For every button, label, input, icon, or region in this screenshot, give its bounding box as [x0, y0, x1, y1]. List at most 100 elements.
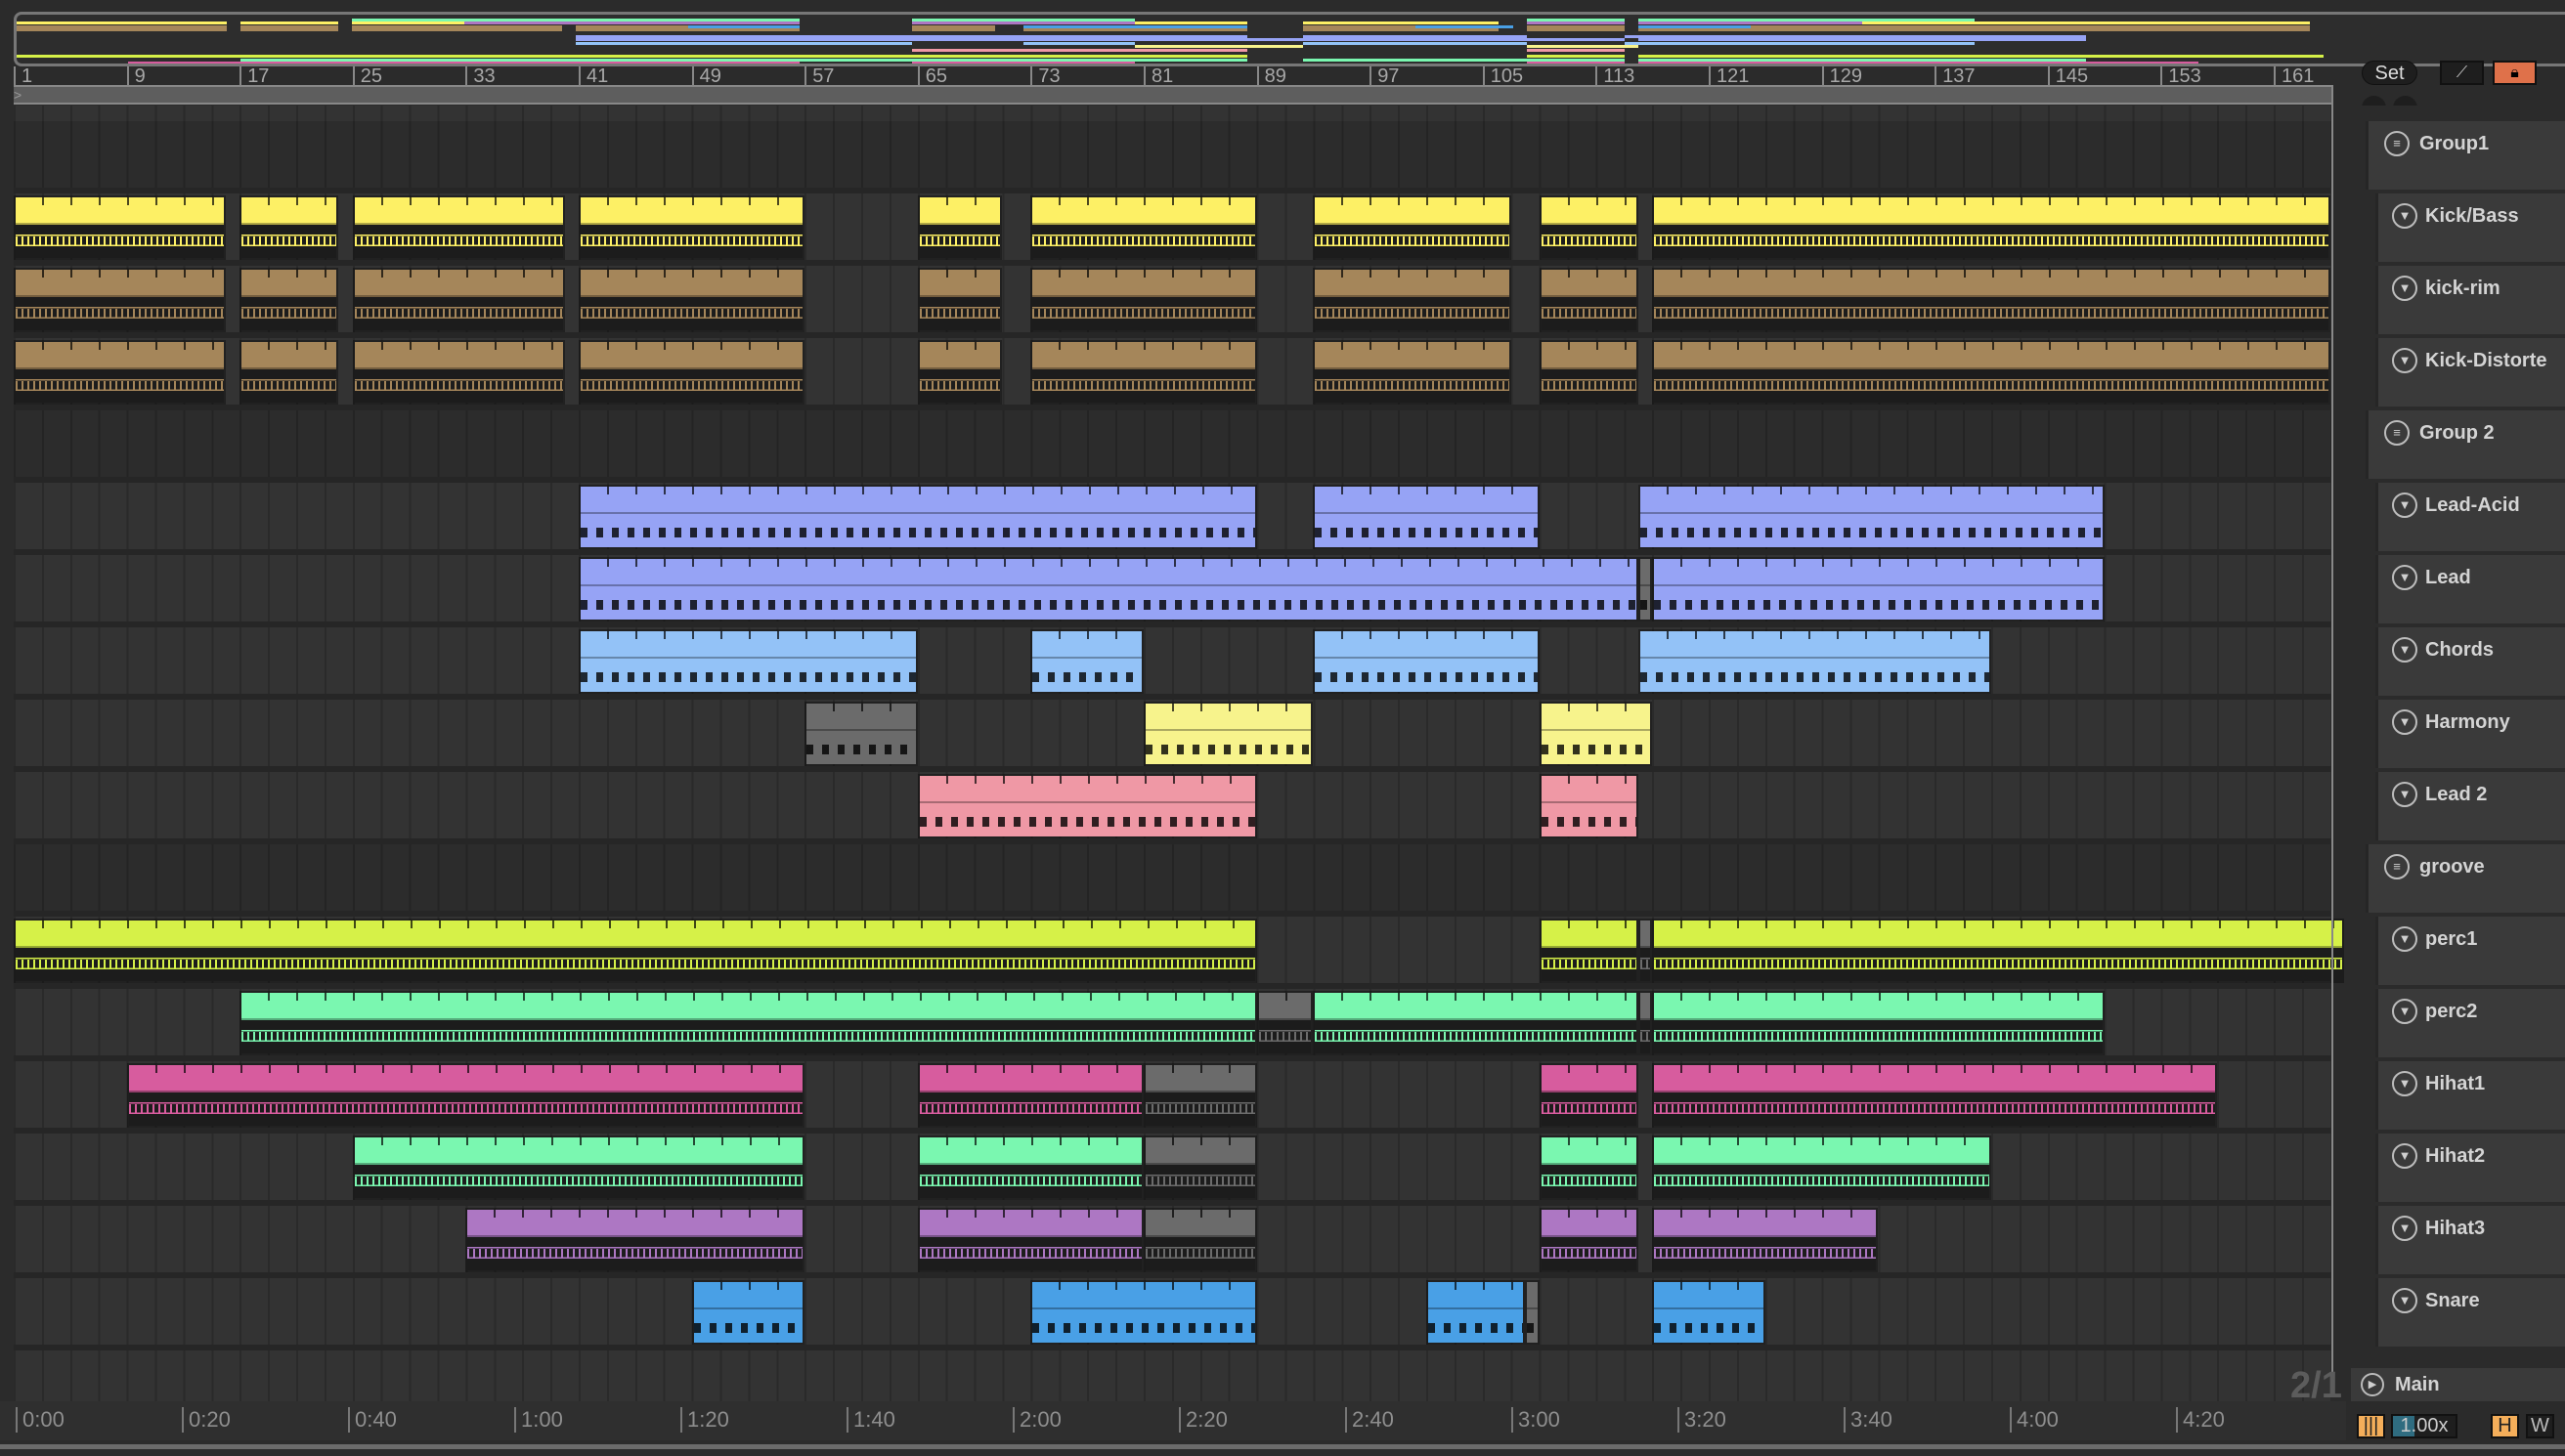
clip[interactable] [1539, 268, 1638, 332]
h-toggle[interactable]: H [2491, 1414, 2519, 1438]
clip-header[interactable] [1315, 487, 1538, 514]
clip[interactable] [352, 340, 565, 405]
track-fold-icon[interactable]: ▼ [2392, 348, 2417, 373]
track-fold-icon[interactable]: ▼ [2392, 492, 2417, 518]
clip[interactable] [1637, 485, 2105, 549]
track-fold-icon[interactable]: ▼ [2392, 782, 2417, 807]
clip[interactable] [1144, 702, 1314, 766]
clip-header[interactable] [16, 197, 224, 225]
clip-disabled[interactable] [1256, 991, 1314, 1055]
track-header[interactable]: ▼ Kick-Distorte [2375, 338, 2565, 407]
horizontal-scrollbar[interactable] [0, 1444, 2565, 1449]
set-button[interactable]: Set [2362, 61, 2417, 85]
clip[interactable] [579, 268, 805, 332]
clip-disabled[interactable] [804, 702, 918, 766]
clip-header[interactable] [1541, 270, 1636, 297]
clip[interactable] [1652, 1135, 1991, 1200]
clip-header[interactable] [1654, 1210, 1877, 1237]
clip[interactable] [14, 340, 226, 405]
track-fold-icon[interactable]: ▼ [2392, 709, 2417, 735]
track-fold-icon[interactable]: ▼ [2392, 276, 2417, 301]
clip[interactable] [1539, 1135, 1638, 1200]
clip-header[interactable] [1541, 1210, 1636, 1237]
track-lane[interactable] [14, 410, 2331, 483]
clip[interactable] [1539, 195, 1638, 260]
clip-header[interactable] [1654, 197, 2328, 225]
clip-header[interactable] [241, 270, 337, 297]
clip-header[interactable] [919, 776, 1255, 803]
clip-header[interactable] [919, 1065, 1142, 1092]
clip-header[interactable] [693, 1282, 804, 1309]
arrangement-view[interactable] [14, 106, 2345, 1401]
clip[interactable] [1652, 557, 2105, 621]
clip[interactable] [465, 1208, 805, 1272]
clip[interactable] [1030, 268, 1257, 332]
clip-header[interactable] [1541, 704, 1651, 731]
track-header[interactable]: ≡ Group1 [2366, 121, 2565, 190]
arrangement-overview[interactable] [14, 12, 2565, 66]
speed-field[interactable]: 1.00x [2391, 1414, 2457, 1438]
clip-header[interactable] [1146, 1065, 1255, 1092]
clip-header[interactable] [1654, 993, 2103, 1020]
track-lane[interactable] [14, 772, 2331, 844]
clip-header[interactable] [467, 1210, 804, 1237]
clip[interactable] [1030, 629, 1144, 694]
clip[interactable] [352, 195, 565, 260]
track-lane[interactable] [14, 193, 2331, 266]
clip[interactable] [352, 268, 565, 332]
clip-header[interactable] [241, 197, 337, 225]
track-header[interactable]: ▼ Lead [2375, 555, 2565, 623]
clip-header[interactable] [581, 631, 916, 659]
clip[interactable] [917, 1063, 1144, 1128]
track-header[interactable]: ▼ perc1 [2375, 917, 2565, 985]
clip-disabled[interactable] [1144, 1135, 1257, 1200]
clip[interactable] [126, 1063, 805, 1128]
group-fold-icon[interactable]: ≡ [2384, 420, 2410, 446]
track-fold-icon[interactable]: ▼ [2392, 926, 2417, 952]
clip-header[interactable] [16, 270, 224, 297]
time-ruler[interactable]: 0:00 0:20 0:40 1:00 1:20 1:40 2:00 2:20 2:40 3:00… [0, 1401, 2346, 1440]
clip-header[interactable] [1654, 1282, 1763, 1309]
clip[interactable] [1313, 195, 1511, 260]
clip-header[interactable] [1315, 270, 1509, 297]
clip-header[interactable] [354, 197, 563, 225]
clip[interactable] [579, 629, 918, 694]
track-header[interactable]: ▼ Lead 2 [2375, 772, 2565, 840]
track-fold-icon[interactable]: ▼ [2392, 999, 2417, 1024]
track-lane[interactable] [14, 1134, 2331, 1206]
clip-header[interactable] [1639, 993, 1651, 1020]
clip-header[interactable] [919, 270, 1001, 297]
track-lane[interactable] [14, 844, 2331, 917]
clip-header[interactable] [1258, 993, 1312, 1020]
track-header[interactable]: ▼ Chords [2375, 627, 2565, 696]
track-header[interactable]: ▼ perc2 [2375, 989, 2565, 1057]
clip-disabled[interactable] [1637, 919, 1653, 983]
clip[interactable] [1313, 485, 1540, 549]
track-fold-icon[interactable]: ▼ [2392, 637, 2417, 663]
clip[interactable] [1652, 268, 2330, 332]
clip-header[interactable] [16, 342, 224, 369]
track-lane[interactable] [14, 1278, 2331, 1350]
clip[interactable] [917, 268, 1003, 332]
track-header[interactable]: ▼ Hihat3 [2375, 1206, 2565, 1274]
clip-header[interactable] [1541, 1065, 1636, 1092]
clip[interactable] [1652, 1280, 1765, 1345]
clip-header[interactable] [1527, 1282, 1538, 1309]
clip-header[interactable] [1315, 631, 1538, 659]
clip[interactable] [1539, 1063, 1638, 1128]
clip-header[interactable] [919, 197, 1001, 225]
track-header[interactable]: ▼ Kick/Bass [2375, 193, 2565, 262]
clip[interactable] [1313, 991, 1638, 1055]
clip-header[interactable] [1315, 993, 1636, 1020]
clip[interactable] [239, 991, 1257, 1055]
clip-header[interactable] [354, 1137, 804, 1165]
clip[interactable] [917, 1135, 1144, 1200]
clip-header[interactable] [1654, 1065, 2216, 1092]
clip[interactable] [1539, 919, 1638, 983]
clip-header[interactable] [1654, 270, 2328, 297]
clip[interactable] [691, 1280, 805, 1345]
clip-header[interactable] [1032, 1282, 1255, 1309]
clip[interactable] [1539, 1208, 1638, 1272]
clip[interactable] [1637, 629, 1991, 694]
track-lane[interactable] [14, 700, 2331, 772]
